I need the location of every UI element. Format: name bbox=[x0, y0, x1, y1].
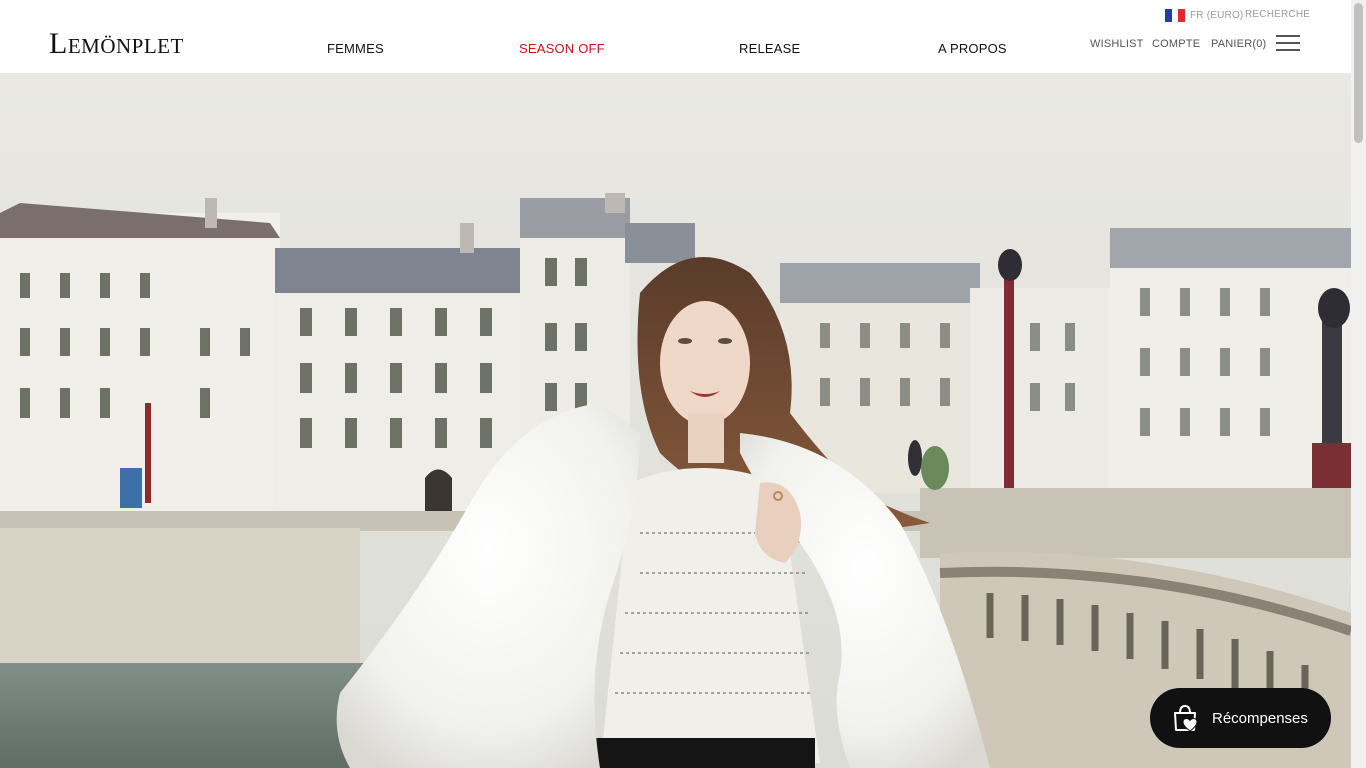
locale-selector[interactable]: FR (EURO) bbox=[1165, 9, 1243, 22]
cart-link[interactable]: PANIER(0) bbox=[1211, 38, 1266, 50]
rewards-label: Récompenses bbox=[1212, 709, 1308, 727]
scrollbar-thumb[interactable] bbox=[1354, 3, 1363, 143]
hero-image[interactable] bbox=[0, 73, 1351, 768]
france-flag-icon bbox=[1165, 9, 1186, 22]
rewards-button[interactable]: Récompenses bbox=[1150, 688, 1331, 748]
page-scrollbar[interactable] bbox=[1351, 0, 1366, 768]
hero-photo-illustration bbox=[0, 73, 1351, 768]
locale-label: FR (EURO) bbox=[1190, 10, 1244, 21]
site-header: Lemönplet FEMMES SEASON OFF RELEASE A PR… bbox=[0, 0, 1351, 73]
search-link[interactable]: RECHERCHE bbox=[1245, 9, 1310, 20]
nav-season-off[interactable]: SEASON OFF bbox=[519, 41, 605, 56]
wishlist-link[interactable]: WISHLIST bbox=[1090, 38, 1144, 50]
account-link[interactable]: COMPTE bbox=[1152, 38, 1200, 50]
logo[interactable]: Lemönplet bbox=[49, 26, 184, 62]
shopping-bag-heart-icon bbox=[1174, 704, 1198, 732]
nav-release[interactable]: RELEASE bbox=[739, 41, 800, 56]
page: Lemönplet FEMMES SEASON OFF RELEASE A PR… bbox=[0, 0, 1366, 768]
nav-a-propos[interactable]: A PROPOS bbox=[938, 41, 1007, 56]
menu-icon[interactable] bbox=[1276, 35, 1300, 52]
nav-femmes[interactable]: FEMMES bbox=[327, 41, 384, 56]
